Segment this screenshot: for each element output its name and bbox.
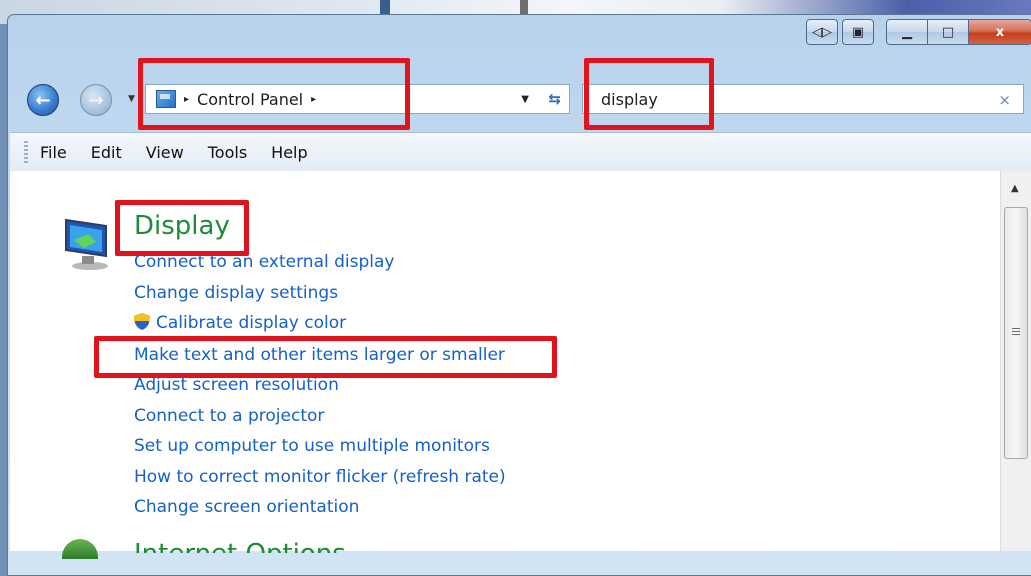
link-calibrate-display-color[interactable]: Calibrate display color: [134, 313, 346, 333]
close-button[interactable]: x: [969, 19, 1031, 45]
thumb-grip: [1012, 328, 1020, 336]
display-icon: [65, 218, 108, 270]
link-change-screen-orientation[interactable]: Change screen orientation: [134, 497, 359, 517]
caption-buttons: ◁▷ ▣ ▁ □ x: [806, 19, 1031, 45]
menu-grip: [24, 141, 28, 163]
calibrate-label[interactable]: Calibrate display color: [156, 313, 346, 333]
menu-bar: File Edit View Tools Help: [10, 132, 1031, 172]
vertical-scrollbar[interactable]: ▲: [1000, 171, 1031, 551]
snap-left-button[interactable]: ◁▷: [806, 19, 838, 45]
minimize-button[interactable]: ▁: [886, 19, 928, 45]
menu-file[interactable]: File: [40, 143, 67, 162]
menu-edit[interactable]: Edit: [91, 143, 122, 162]
link-adjust-screen-resolution[interactable]: Adjust screen resolution: [134, 375, 339, 395]
scroll-up-arrow-icon[interactable]: ▲: [1011, 183, 1019, 194]
link-monitor-flicker[interactable]: How to correct monitor flicker (refresh …: [134, 467, 506, 487]
highlight-address-bar: [138, 58, 410, 130]
internet-options-icon: [62, 539, 98, 559]
clear-search-icon[interactable]: ×: [998, 91, 1011, 109]
refresh-icon[interactable]: ⇆: [548, 90, 561, 108]
highlight-search: [584, 58, 714, 130]
recent-pages-dropdown-icon[interactable]: ▼: [128, 94, 135, 104]
link-change-display-settings[interactable]: Change display settings: [134, 283, 338, 303]
back-button[interactable]: ←: [27, 84, 59, 116]
highlight-display-title: [115, 200, 249, 256]
maximize-button[interactable]: □: [928, 19, 969, 45]
uac-shield-icon: [134, 313, 150, 330]
highlight-make-text-link: [94, 336, 557, 378]
address-dropdown-icon[interactable]: ▼: [521, 94, 529, 105]
link-multiple-monitors[interactable]: Set up computer to use multiple monitors: [134, 436, 490, 456]
restore-layout-button[interactable]: ▣: [842, 19, 874, 45]
menu-help[interactable]: Help: [271, 143, 307, 162]
scroll-thumb[interactable]: [1004, 207, 1028, 459]
forward-button[interactable]: →: [80, 84, 112, 116]
link-connect-projector[interactable]: Connect to a projector: [134, 406, 324, 426]
menu-tools[interactable]: Tools: [208, 143, 247, 162]
menu-view[interactable]: View: [146, 143, 184, 162]
